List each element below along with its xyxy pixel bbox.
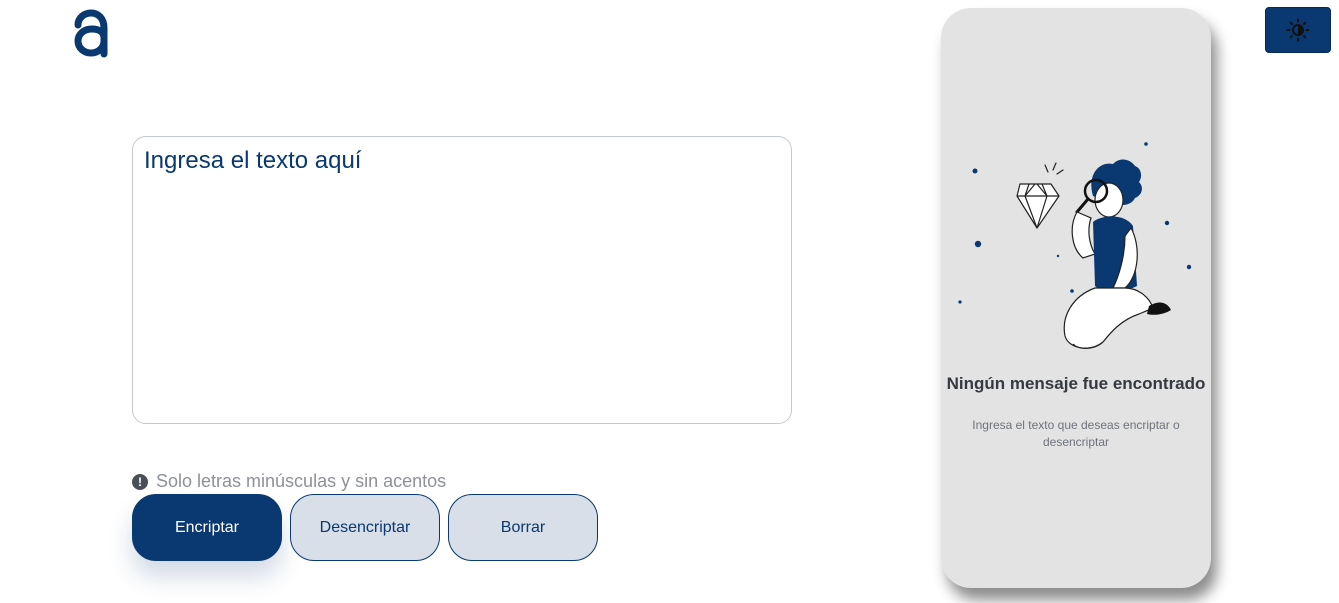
output-panel: Ningún mensaje fue encontrado Ingresa el…	[941, 8, 1211, 588]
encrypt-button[interactable]: Encriptar	[132, 494, 282, 561]
clear-button[interactable]: Borrar	[448, 494, 598, 561]
person-magnifying-glass-illustration	[953, 136, 1199, 356]
decrypt-button[interactable]: Desencriptar	[290, 494, 440, 561]
no-message-subtitle: Ingresa el texto que deseas encriptar o …	[972, 418, 1180, 449]
decrypt-button-label: Desencriptar	[319, 518, 411, 536]
no-message-title: Ningún mensaje fue encontrado	[946, 374, 1206, 393]
sun-icon	[1286, 18, 1310, 42]
logo-icon	[74, 8, 110, 58]
message-input[interactable]	[132, 136, 792, 424]
encrypt-button-label: Encriptar	[174, 518, 240, 536]
theme-toggle-button[interactable]	[1265, 7, 1331, 53]
exclamation-circle-icon: !	[132, 473, 148, 490]
input-hint: ! Solo letras minúsculas y sin acentos	[132, 471, 446, 492]
hint-text: Solo letras minúsculas y sin acentos	[156, 471, 447, 491]
clear-button-label: Borrar	[500, 518, 546, 536]
